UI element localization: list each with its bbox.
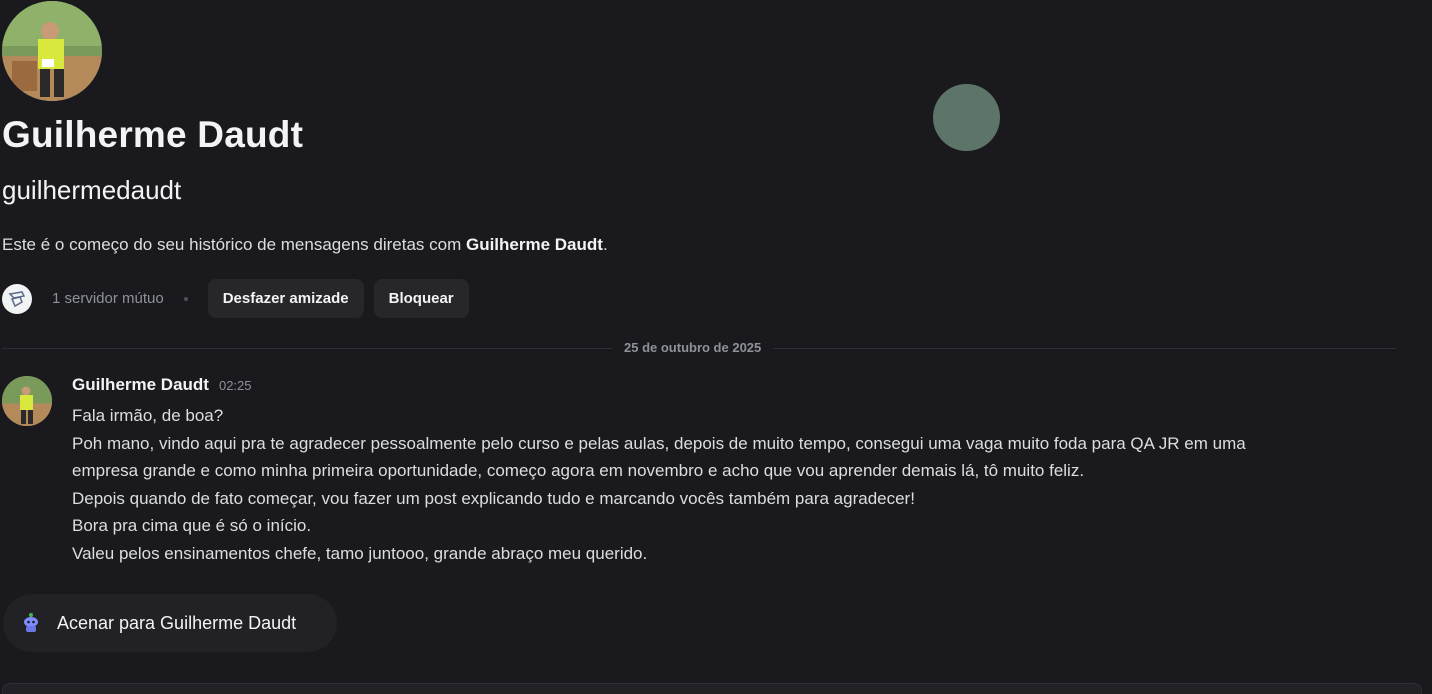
message-content: Fala irmão, de boa? Poh mano, vindo aqui… — [72, 402, 1392, 567]
message-line: Fala irmão, de boa? — [72, 406, 224, 425]
intro-prefix: Este é o começo do seu histórico de mens… — [2, 235, 466, 254]
separator-dot — [183, 296, 188, 301]
message-line: empresa grande e como minha primeira opo… — [72, 461, 1085, 480]
profile-display-name: Guilherme Daudt — [2, 114, 304, 155]
message-composer[interactable] — [2, 683, 1422, 694]
message-line: Poh mano, vindo aqui pra te agradecer pe… — [72, 433, 1246, 453]
intro-suffix: . — [602, 235, 608, 254]
profile-username: guilhermedaudt — [2, 175, 182, 205]
message-line: Valeu pelos ensinamentos chefe, tamo jun… — [72, 543, 648, 563]
message-line: Bora pra cima que é só o início. — [72, 516, 312, 535]
message-avatar[interactable] — [2, 376, 52, 426]
message-timestamp[interactable]: 02:25 — [219, 378, 252, 393]
message-line: Depois quando de fato começar, vou fazer… — [72, 488, 915, 508]
mutual-row: 1 servidor mútuo Desfazer amizade Bloque… — [2, 279, 469, 318]
profile-avatar[interactable] — [2, 1, 102, 101]
intro-name: Guilherme Daudt — [465, 235, 603, 254]
dm-page: Guilherme Daudt guilhermedaudt Este é o … — [0, 0, 1432, 694]
block-button[interactable]: Bloquear — [373, 279, 469, 318]
dm-intro-text: Este é o começo do seu histórico de mens… — [2, 235, 608, 255]
cursor-highlight — [933, 84, 1000, 151]
wave-button[interactable]: Acenar para Guilherme Daudt — [3, 594, 337, 652]
mutual-servers-link[interactable]: 1 servidor mútuo — [52, 290, 164, 307]
mutual-server-icon[interactable] — [2, 283, 32, 314]
message-author[interactable]: Guilherme Daudt — [72, 375, 209, 395]
message-header: Guilherme Daudt 02:25 — [72, 375, 252, 395]
profile-photo — [2, 1, 102, 101]
server-logo-icon — [8, 290, 26, 307]
wumpus-wave-icon — [19, 611, 43, 635]
wave-button-label: Acenar para Guilherme Daudt — [57, 612, 297, 633]
unfriend-button[interactable]: Desfazer amizade — [207, 279, 364, 318]
message-avatar-photo — [2, 376, 52, 426]
date-divider-label: 25 de outubro de 2025 — [612, 340, 774, 355]
